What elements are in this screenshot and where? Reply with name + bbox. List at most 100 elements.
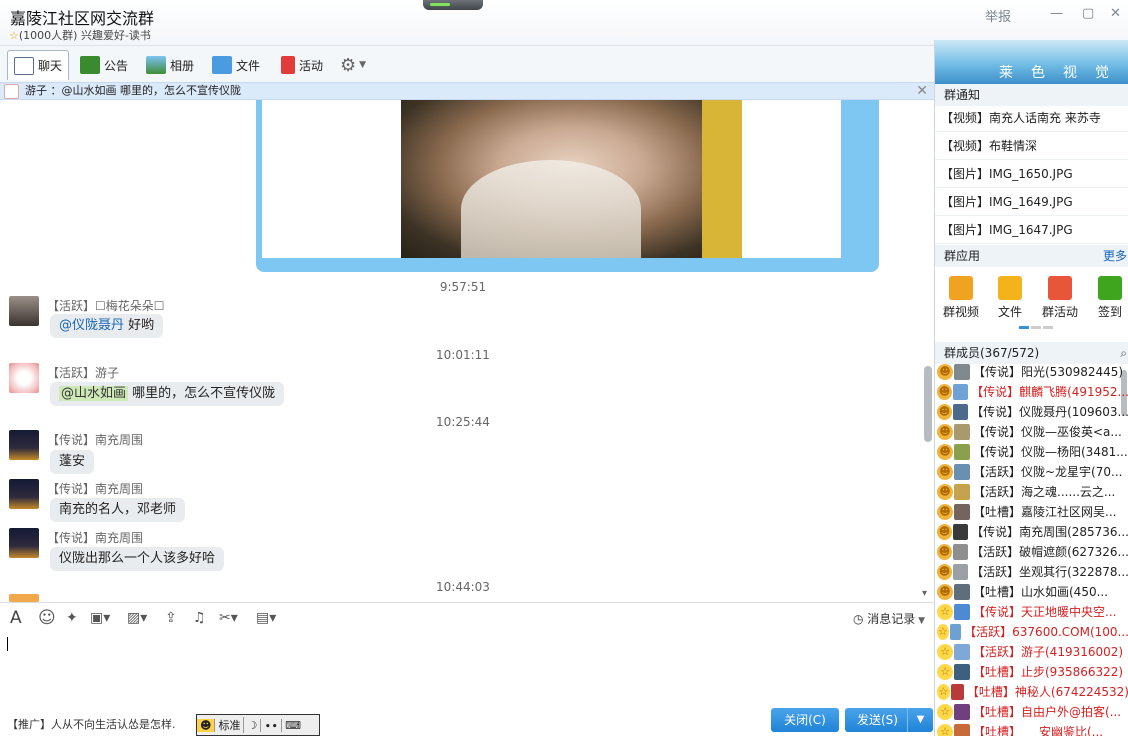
avatar[interactable] [9,363,39,393]
member-avatar[interactable] [953,564,969,580]
member-avatar[interactable] [949,624,962,640]
member-row[interactable]: ☻ 【活跃】破帽遮颜(627326... [935,542,1128,562]
member-avatar[interactable] [954,364,970,380]
message-input[interactable] [0,632,934,706]
member-row[interactable]: ☻ 【吐槽】嘉陵江社区网吴... [935,502,1128,522]
emoji-icon[interactable]: ☺ [38,608,56,628]
mention-link[interactable]: @仪陇聂丹 [59,318,124,333]
member-row[interactable]: ☻ 【传说】仪陇聂丹(109603... [935,402,1128,422]
member-row[interactable]: ☻ 【传说】仪陇—巫俊英<a... [935,422,1128,442]
sender-name[interactable]: 【传说】南充周围 [47,480,143,497]
font-button[interactable]: A [10,608,22,628]
ime-punct-icon[interactable]: ∙∙ [261,718,283,732]
keyboard-icon[interactable]: ⌨ [282,719,304,732]
member-row[interactable]: ☆ 【活跃】637600.COM(100... [935,622,1128,642]
member-row[interactable]: ☻ 【吐槽】山水如画(450... [935,582,1128,602]
member-avatar[interactable] [954,704,970,720]
send-options-dropdown[interactable]: ▼ [907,708,933,732]
chat-scrollbar-thumb[interactable] [924,366,932,442]
app-checkin[interactable]: 签到 [1088,276,1128,320]
sender-name[interactable]: 【传说】南充周围 [47,431,143,448]
apps-pager[interactable] [1019,326,1053,329]
close-window-button[interactable]: ✕ [1110,6,1121,21]
member-row[interactable]: ☆ 【吐槽】止步(935866322) [935,662,1128,682]
promo-link[interactable]: 【推广】人从不向生活认怂是怎样. [7,716,176,732]
tab-album[interactable]: 相册 [146,50,194,80]
member-avatar[interactable] [954,604,970,620]
member-avatar[interactable] [953,384,969,400]
avatar[interactable] [9,479,39,509]
member-row[interactable]: ☻ 【传说】南充周围(285736... [935,522,1128,542]
window-drag-handle[interactable] [423,0,483,10]
music-icon[interactable]: ♫ [193,608,206,628]
sender-name[interactable]: 【活跃】游子 [47,364,119,381]
more-tools-icon[interactable]: ▤▾ [256,608,276,628]
ad-banner[interactable]: 莱色视觉 [935,40,1128,84]
member-avatar[interactable] [953,404,969,420]
avatar[interactable] [9,430,39,460]
member-avatar[interactable] [954,504,970,520]
minimize-button[interactable]: — [1050,6,1063,21]
shared-photo[interactable] [401,100,742,258]
notice-item[interactable]: 【图片】IMG_1649.JPG [935,188,1128,216]
member-avatar[interactable] [954,484,970,500]
search-icon[interactable]: ⌕ [1120,342,1127,364]
upload-icon[interactable]: ⇪ [165,608,177,628]
report-button[interactable]: 举报 [985,6,1011,25]
member-avatar[interactable] [954,644,970,660]
member-row[interactable]: ☆ 【吐槽】神秘人(674224532) [935,682,1128,702]
ime-logo-icon[interactable]: ☻ [197,718,216,732]
apps-more-link[interactable]: 更多 [1103,245,1127,267]
app-activity[interactable]: 群活动 [1038,276,1082,320]
member-avatar[interactable] [954,724,970,736]
screenshot-scissors-icon[interactable]: ✂▾ [219,608,238,628]
avatar[interactable] [9,528,39,558]
message-history-button[interactable]: ◷ 消息记录 ▼ [853,610,925,627]
member-row[interactable]: ☻ 【活跃】仪陇~龙星宇(70... [935,462,1128,482]
scroll-down-icon[interactable]: ▾ [922,588,927,599]
tab-announcement[interactable]: 公告 [80,50,128,80]
member-avatar[interactable] [954,464,970,480]
member-avatar[interactable] [954,444,970,460]
ime-toolbar[interactable]: ☻ 标准 ☽ ∙∙ ⌨ [196,714,320,736]
avatar[interactable] [9,594,39,602]
member-row[interactable]: ☆ 【吐槽】自由户外@拍客(... [935,702,1128,722]
app-files[interactable]: 文件 [988,276,1032,320]
member-row[interactable]: ☻ 【传说】仪陇—杨阳(3481... [935,442,1128,462]
tab-chat[interactable]: 聊天 [7,50,70,80]
member-row[interactable]: ☆ 【吐槽】 安幽鉴比(... [935,722,1128,736]
sender-name[interactable]: 【传说】南充周围 [47,529,143,546]
member-row[interactable]: ☆ 【活跃】游子(419316002) [935,642,1128,662]
settings-gear-icon[interactable]: ⚙ ▼ [340,50,366,80]
member-row[interactable]: ☻ 【传说】阳光(530982445) [935,362,1128,382]
magic-wand-icon[interactable]: ✦ [66,608,78,628]
send-button[interactable]: 发送(S) ▼ [845,708,933,732]
member-avatar[interactable] [953,524,969,540]
notice-item[interactable]: 【视频】南充人话南充 来苏寺 [935,104,1128,132]
member-row[interactable]: ☆ 【传说】天正地暖中央空... [935,602,1128,622]
member-avatar[interactable] [954,664,970,680]
tab-activity[interactable]: 活动 [281,50,323,80]
ime-moon-icon[interactable]: ☽ [244,718,262,732]
avatar[interactable] [9,296,39,326]
tab-files[interactable]: 文件 [212,50,260,80]
app-group-video[interactable]: 群视频 [939,276,983,320]
notice-item[interactable]: 【视频】布鞋情深 [935,132,1128,160]
image-icon[interactable]: ▨▾ [127,608,147,628]
member-avatar[interactable] [953,544,969,560]
maximize-button[interactable]: ▢ [1082,6,1094,21]
gift-icon[interactable]: ▣▾ [90,608,110,628]
member-avatar[interactable] [950,684,964,700]
sender-name[interactable]: 【活跃】☐梅花朵朵☐ [47,297,165,314]
member-row[interactable]: ☻ 【传说】麒麟飞腾(491952... [935,382,1128,402]
member-row[interactable]: ☻ 【活跃】坐观其行(322878... [935,562,1128,582]
notice-item[interactable]: 【图片】IMG_1647.JPG [935,216,1128,244]
member-avatar[interactable] [954,424,970,440]
member-avatar[interactable] [954,584,970,600]
notice-item[interactable]: 【图片】IMG_1650.JPG [935,160,1128,188]
close-button[interactable]: 关闭(C) [771,708,839,732]
ime-mode[interactable]: 标准 [215,717,245,733]
close-icon[interactable]: ✕ [916,83,928,99]
mention-link[interactable]: @山水如画 [59,386,129,401]
member-row[interactable]: ☻ 【活跃】海之魂......云之... [935,482,1128,502]
